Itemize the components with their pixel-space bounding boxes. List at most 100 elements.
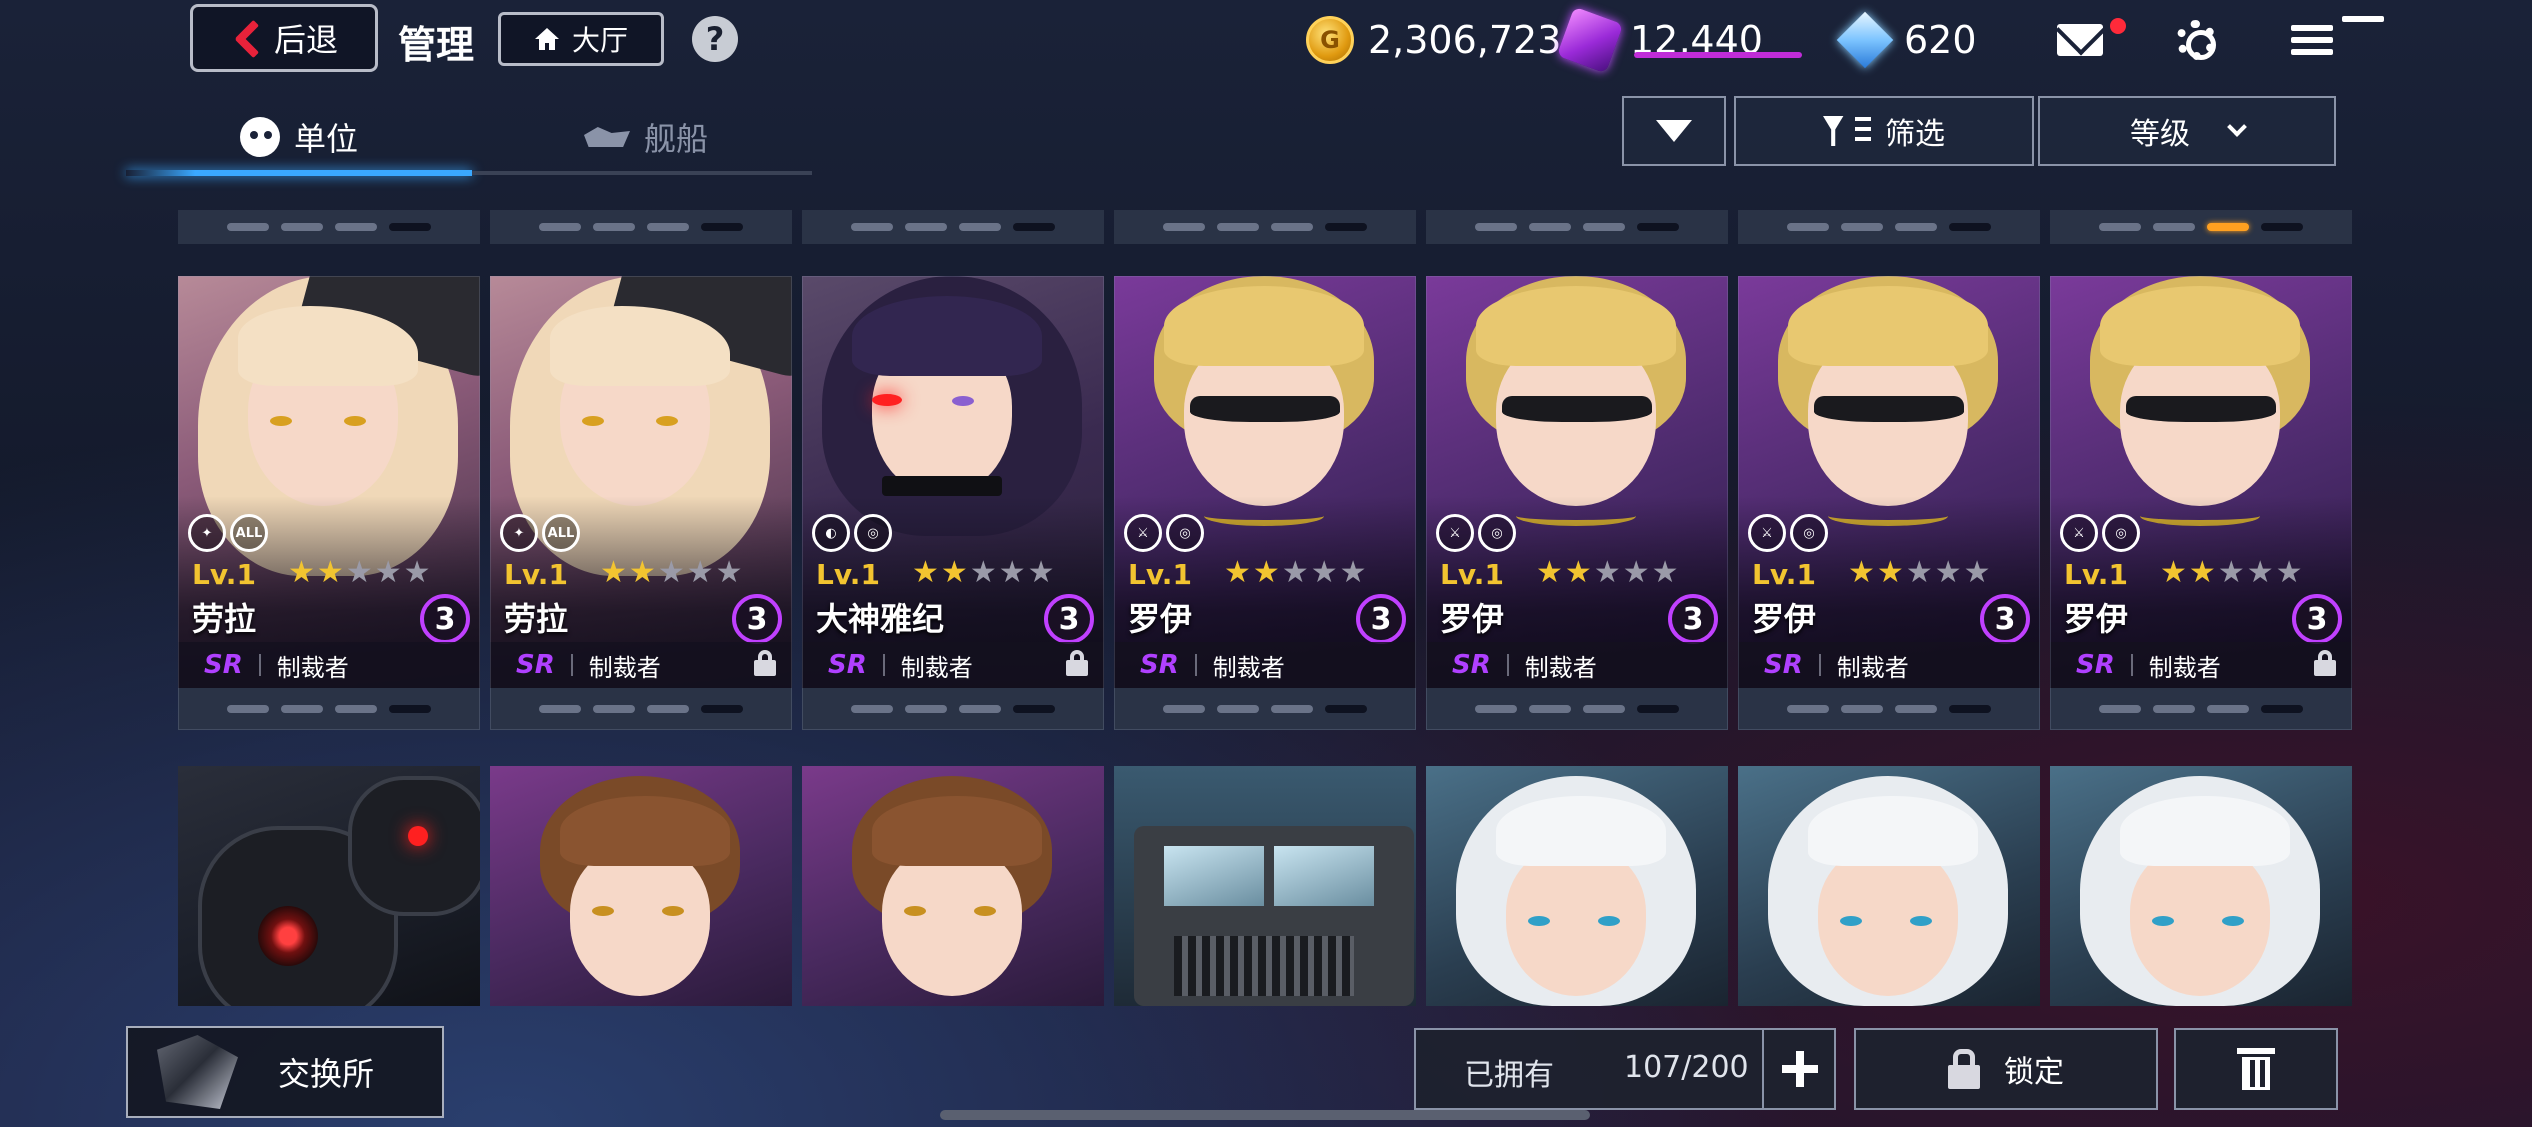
bangs: [2100, 286, 2300, 366]
plus-icon: [1782, 1051, 1818, 1087]
star-icon: ★: [1593, 555, 1621, 590]
strip-dash: [1787, 223, 1829, 231]
strip-dash: [2261, 705, 2303, 713]
star-icon: ★: [600, 555, 627, 590]
exchange-button[interactable]: 交换所: [126, 1026, 444, 1118]
strip-dash: [2207, 223, 2249, 231]
unit-card[interactable]: [178, 766, 480, 1006]
rank-badge: 3: [2292, 594, 2342, 644]
unit-class: 制裁者: [900, 653, 973, 682]
strip-dash: [1271, 223, 1313, 231]
lock-icon[interactable]: [754, 650, 776, 676]
eye: [2222, 916, 2244, 926]
strip-dash: [959, 223, 1001, 231]
lock-button[interactable]: 锁定: [1854, 1028, 2158, 1110]
unit-info-bar: SR 制裁者: [1426, 642, 1728, 688]
tab-units[interactable]: 单位: [240, 112, 358, 162]
skill-icons: ◐ ◎: [812, 514, 892, 552]
unit-info-bar: SR 制裁者: [178, 642, 480, 688]
bangs: [2120, 796, 2290, 866]
star-icon: ★: [912, 555, 939, 590]
eye: [1528, 916, 1550, 926]
diamond-currency[interactable]: 620: [1836, 10, 1977, 70]
unit-card[interactable]: [1114, 766, 1416, 1006]
strip-dash: [1217, 705, 1259, 713]
card-strip: [1426, 688, 1728, 730]
star-icon: ★: [345, 555, 373, 590]
face: [1506, 846, 1646, 996]
skill-icon: ALL: [542, 514, 580, 552]
dismiss-button[interactable]: [2174, 1028, 2338, 1110]
rarity-badge: SR: [2076, 650, 2115, 680]
skill-icon: ⚔: [1748, 514, 1786, 552]
unit-card[interactable]: ⚔ ◎ Lv.1 ★ ★ ★ ★ ★ 罗伊 3 SR 制裁者: [1738, 276, 2040, 730]
unit-portrait: [1738, 766, 2040, 1006]
tab-ships[interactable]: 舰船: [584, 112, 708, 162]
lobby-button[interactable]: 大厅: [498, 12, 664, 66]
divider: [2130, 654, 2133, 676]
strip-dash: [1325, 705, 1367, 713]
settings-button[interactable]: [2170, 14, 2222, 66]
sort-by-dropdown[interactable]: 等级: [2038, 96, 2336, 166]
star-icon: ★: [1536, 555, 1563, 590]
eye: [344, 416, 366, 426]
unit-card[interactable]: ✦ ALL Lv.1 ★ ★ ★ ★ ★ 劳拉 3 SR 制裁者: [178, 276, 480, 730]
strip-dash: [1163, 705, 1205, 713]
filter-button[interactable]: 筛选: [1734, 96, 2034, 166]
lock-icon[interactable]: [1066, 650, 1088, 676]
rarity-badge: SR: [1764, 650, 1803, 680]
divider: [1194, 654, 1197, 676]
unit-card[interactable]: ◐ ◎ Lv.1 ★ ★ ★ ★ ★ 大神雅纪 3 SR 制裁者: [802, 276, 1104, 730]
strip-dash: [281, 705, 323, 713]
unit-card[interactable]: [1426, 766, 1728, 1006]
strip-dash: [593, 223, 635, 231]
strip-dash: [1583, 705, 1625, 713]
help-button[interactable]: ?: [692, 16, 738, 62]
unit-card[interactable]: [1738, 766, 2040, 1006]
unit-face-icon: [240, 117, 280, 157]
lock-icon[interactable]: [2314, 650, 2336, 676]
card-strip: [2050, 688, 2352, 730]
filter-icon: [1823, 116, 1844, 146]
star-icon: ★: [1281, 555, 1309, 590]
card-strip: [802, 688, 1104, 730]
card-strip: [1426, 210, 1728, 244]
unit-card[interactable]: ✦ ALL Lv.1 ★ ★ ★ ★ ★ 劳拉 3 SR 制裁者: [490, 276, 792, 730]
strip-dash: [335, 705, 377, 713]
mail-button[interactable]: [2054, 14, 2126, 66]
expand-capacity-button[interactable]: [1762, 1028, 1836, 1110]
filter-lines-icon: [1855, 117, 1871, 145]
mech-eye: [408, 826, 428, 846]
strip-dash: [1529, 705, 1571, 713]
sort-order-button[interactable]: [1622, 96, 1726, 166]
unit-level: Lv.1: [1440, 558, 1504, 591]
strip-dash: [959, 705, 1001, 713]
card-strip: [1738, 688, 2040, 730]
unit-card[interactable]: ⚔ ◎ Lv.1 ★ ★ ★ ★ ★ 罗伊 3 SR 制裁者: [1426, 276, 1728, 730]
scrollbar[interactable]: [940, 1110, 1590, 1120]
unit-name: 劳拉: [192, 600, 257, 638]
diamond-amount: 620: [1904, 18, 1977, 62]
gem-currency[interactable]: 12,440: [1556, 6, 1763, 74]
unit-card[interactable]: ⚔ ◎ Lv.1 ★ ★ ★ ★ ★ 罗伊 3 SR 制裁者: [1114, 276, 1416, 730]
strip-dash: [1787, 705, 1829, 713]
strip-dash: [2153, 705, 2195, 713]
star-rating: ★ ★ ★ ★ ★: [1224, 556, 1367, 590]
unit-card[interactable]: [490, 766, 792, 1006]
gear-icon: [2176, 20, 2216, 60]
unit-card[interactable]: [2050, 766, 2352, 1006]
strip-dash: [701, 705, 743, 713]
strip-dash: [1013, 705, 1055, 713]
strip-dash: [1637, 705, 1679, 713]
menu-button[interactable]: [2286, 14, 2384, 66]
unit-card[interactable]: [802, 766, 1104, 1006]
unit-level: Lv.1: [1752, 558, 1816, 591]
lock-icon: [1948, 1049, 1980, 1089]
unit-card[interactable]: ⚔ ◎ Lv.1 ★ ★ ★ ★ ★ 罗伊 3 SR 制裁者: [2050, 276, 2352, 730]
strip-dash: [389, 705, 431, 713]
truck-window: [1164, 846, 1264, 906]
unit-class: 制裁者: [1524, 653, 1597, 682]
unit-name: 劳拉: [504, 600, 569, 638]
star-icon: ★: [374, 555, 402, 590]
back-button[interactable]: 后退: [190, 4, 378, 72]
